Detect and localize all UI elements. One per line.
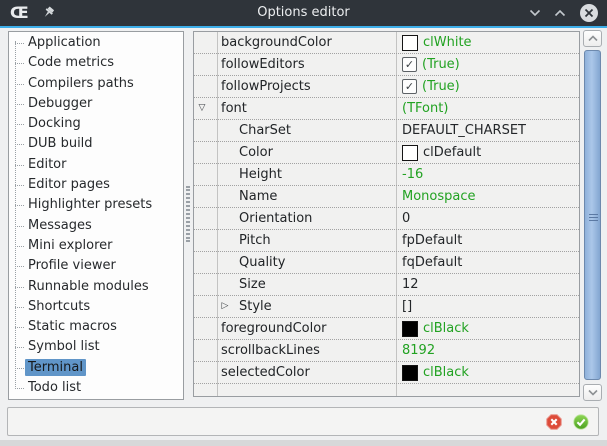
row-Height[interactable]: Height -16 <box>194 164 579 186</box>
sidebar-item-messages[interactable]: Messages <box>9 216 183 236</box>
property-value[interactable]: [] <box>397 296 579 317</box>
row-Color[interactable]: Color clDefault <box>194 142 579 164</box>
property-name: selectedColor <box>221 362 310 383</box>
property-name: backgroundColor <box>221 32 332 53</box>
scrollbar-thumb[interactable] <box>584 50 601 380</box>
row-followProjects[interactable]: followProjects ✓ (True) <box>194 76 579 98</box>
property-name: Name <box>239 186 277 207</box>
splitter-grip-icon <box>186 186 190 242</box>
property-value[interactable]: 0 <box>397 208 579 229</box>
property-name: followProjects <box>221 76 311 97</box>
row-scrollbackLines[interactable]: scrollbackLines 8192 <box>194 340 579 362</box>
property-value[interactable]: 8192 <box>397 340 579 361</box>
sidebar-item-highlighter-presets[interactable]: Highlighter presets <box>9 195 183 215</box>
row-Orientation[interactable]: Orientation 0 <box>194 208 579 230</box>
sidebar-item-application[interactable]: Application <box>9 33 183 53</box>
property-name: Size <box>239 274 266 295</box>
checkbox-checked[interactable]: ✓ <box>402 57 417 72</box>
color-swatch-black <box>402 365 418 381</box>
property-value[interactable]: clWhite <box>397 32 579 53</box>
sidebar-item-editor[interactable]: Editor <box>9 155 183 175</box>
sidebar-item-mini-explorer[interactable]: Mini explorer <box>9 236 183 256</box>
sidebar-item-profile-viewer[interactable]: Profile viewer <box>9 256 183 276</box>
dialog-body: Application Code metrics Compilers paths… <box>0 28 607 440</box>
property-name: Color <box>239 142 273 163</box>
expander-collapsed-icon[interactable]: ▷ <box>218 296 232 317</box>
property-name: followEditors <box>221 54 305 75</box>
sidebar-item-static-macros[interactable]: Static macros <box>9 317 183 337</box>
property-value[interactable]: ✓ (True) <box>397 76 579 97</box>
checkbox-checked[interactable]: ✓ <box>402 79 417 94</box>
sidebar-item-compilers-paths[interactable]: Compilers paths <box>9 74 183 94</box>
property-value[interactable]: fpDefault <box>397 230 579 251</box>
sidebar-item-todo-list[interactable]: Todo list <box>9 378 183 398</box>
property-value[interactable]: ✓ (True) <box>397 54 579 75</box>
row-foregroundColor[interactable]: foregroundColor clBlack <box>194 318 579 340</box>
property-value[interactable]: -16 <box>397 164 579 185</box>
grid-scrollbar[interactable] <box>583 30 602 404</box>
property-value[interactable]: clBlack <box>397 362 579 383</box>
sidebar-item-editor-pages[interactable]: Editor pages <box>9 175 183 195</box>
row-Name[interactable]: Name Monospace <box>194 186 579 208</box>
property-name: Orientation <box>239 208 312 229</box>
row-Quality[interactable]: Quality fqDefault <box>194 252 579 274</box>
close-circle-x-icon[interactable] <box>579 3 599 23</box>
property-name: Style <box>239 296 272 317</box>
footer-bar <box>7 407 599 436</box>
color-swatch-white <box>402 35 418 51</box>
scrollbar-grip-icon <box>589 214 598 223</box>
property-name: Height <box>239 164 282 185</box>
expander-open-icon[interactable]: ▽ <box>195 98 209 119</box>
row-selectedColor[interactable]: selectedColor clBlack <box>194 362 579 384</box>
property-name: Quality <box>239 252 285 273</box>
sidebar-item-dub-build[interactable]: DUB build <box>9 134 183 154</box>
cancel-button[interactable] <box>546 414 562 430</box>
property-name: CharSet <box>239 120 291 141</box>
accept-button[interactable] <box>573 414 589 430</box>
property-name: font <box>221 98 247 119</box>
color-swatch-white <box>402 145 418 161</box>
window-title: Options editor <box>0 0 607 26</box>
property-name: foregroundColor <box>221 318 327 339</box>
row-backgroundColor[interactable]: backgroundColor clWhite <box>194 32 579 54</box>
category-list[interactable]: Application Code metrics Compilers paths… <box>8 31 184 400</box>
sidebar-item-symbol-list[interactable]: Symbol list <box>9 337 183 357</box>
shade-chevron-down-icon[interactable] <box>529 8 541 18</box>
row-Style[interactable]: ▷ Style [] <box>194 296 579 318</box>
splitter[interactable] <box>185 31 193 400</box>
property-value[interactable]: 12 <box>397 274 579 295</box>
scroll-down-icon[interactable] <box>583 384 602 401</box>
unshade-chevron-up-icon[interactable] <box>554 8 566 18</box>
property-value[interactable]: (TFont) <box>397 98 579 119</box>
property-value[interactable]: Monospace <box>397 186 579 207</box>
row-Size[interactable]: Size 12 <box>194 274 579 296</box>
property-grid[interactable]: backgroundColor clWhite followEditors ✓ … <box>193 31 580 397</box>
sidebar-item-docking[interactable]: Docking <box>9 114 183 134</box>
property-value[interactable]: fqDefault <box>397 252 579 273</box>
row-font[interactable]: ▽ font (TFont) <box>194 98 579 120</box>
sidebar-item-terminal[interactable]: Terminal <box>9 358 183 378</box>
property-name: scrollbackLines <box>221 340 320 361</box>
titlebar[interactable]: Œ Options editor <box>0 0 607 28</box>
property-value[interactable]: clBlack <box>397 318 579 339</box>
row-followEditors[interactable]: followEditors ✓ (True) <box>194 54 579 76</box>
sidebar-item-code-metrics[interactable]: Code metrics <box>9 53 183 73</box>
property-value[interactable]: clDefault <box>397 142 579 163</box>
color-swatch-black <box>402 321 418 337</box>
sidebar-item-shortcuts[interactable]: Shortcuts <box>9 297 183 317</box>
row-CharSet[interactable]: CharSet DEFAULT_CHARSET <box>194 120 579 142</box>
sidebar-item-runnable-modules[interactable]: Runnable modules <box>9 277 183 297</box>
row-Pitch[interactable]: Pitch fpDefault <box>194 230 579 252</box>
property-value[interactable]: DEFAULT_CHARSET <box>397 120 579 141</box>
property-name: Pitch <box>239 230 271 251</box>
sidebar-item-debugger[interactable]: Debugger <box>9 94 183 114</box>
scroll-up-icon[interactable] <box>583 30 602 47</box>
